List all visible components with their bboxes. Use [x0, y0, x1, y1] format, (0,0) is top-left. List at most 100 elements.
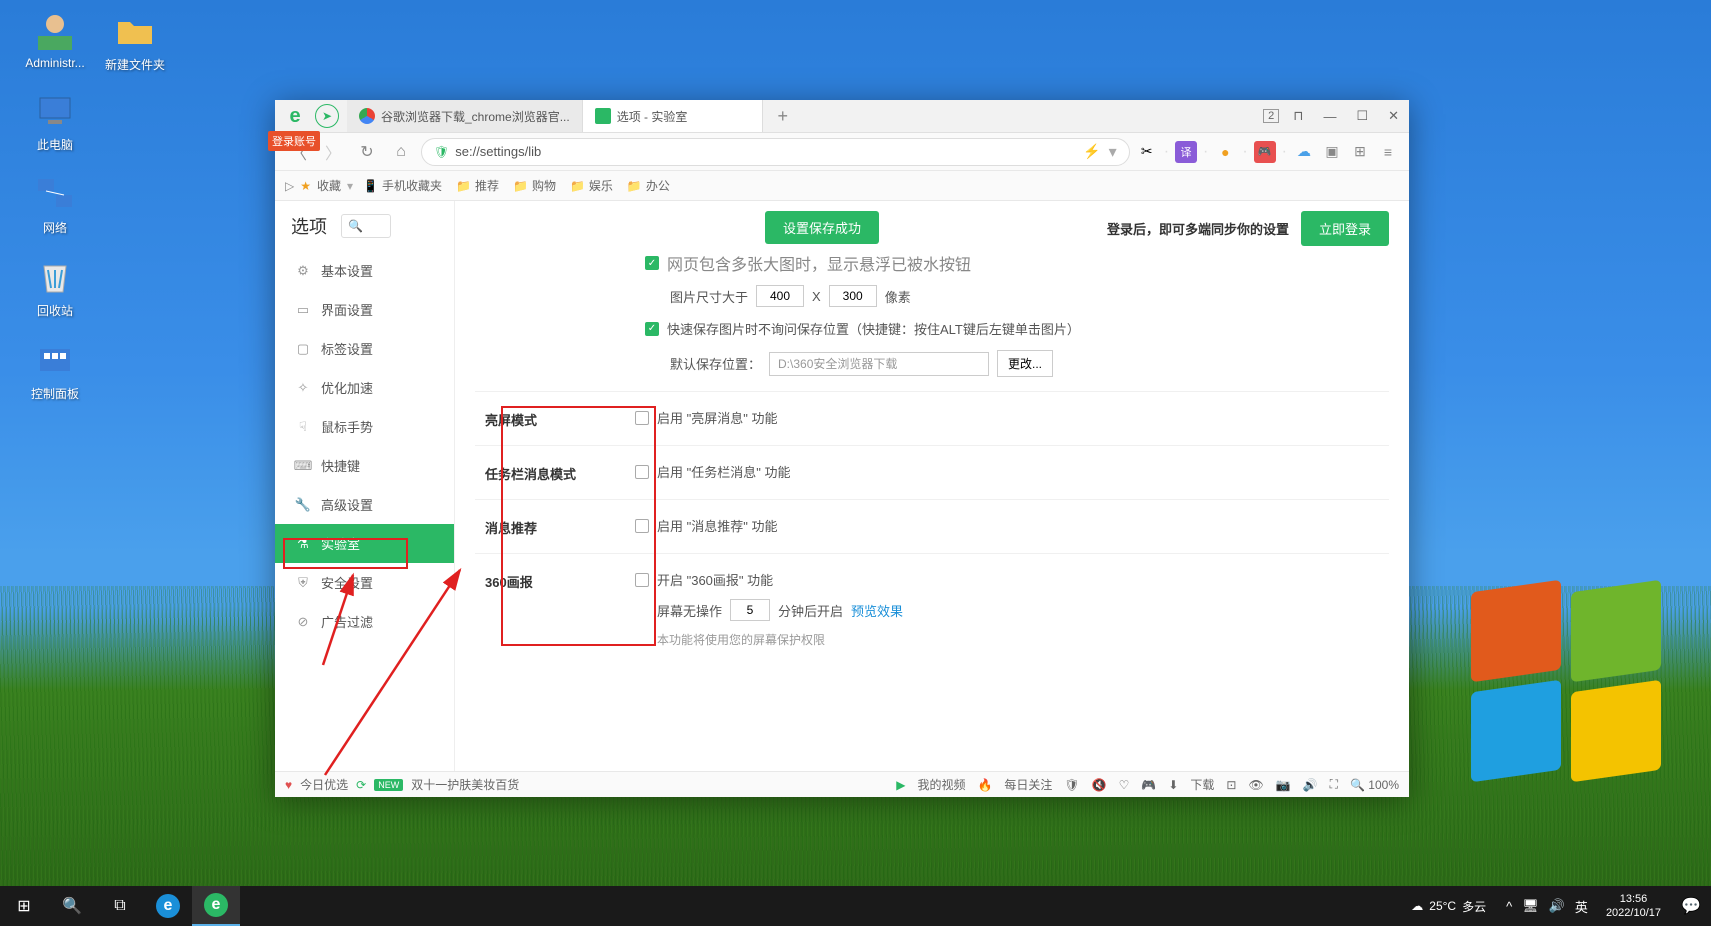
flame-icon[interactable]: 🔥 — [977, 778, 992, 792]
url-input-container[interactable]: 🛡 ⚡ ▾ — [421, 138, 1130, 166]
today-pick-label[interactable]: 今日优选 — [300, 776, 348, 793]
gear-icon: ⚙ — [295, 263, 311, 279]
checkbox-taskbar-msg[interactable] — [635, 465, 649, 479]
sidebar-item-label: 标签设置 — [321, 339, 373, 358]
desktop-icon-control[interactable]: 控制面板 — [10, 339, 100, 402]
close-button[interactable]: ✕ — [1378, 108, 1409, 124]
save-path-input[interactable] — [769, 352, 989, 376]
path-label: 默认保存位置： — [670, 354, 761, 373]
daily-label[interactable]: 每日关注 — [1004, 776, 1052, 793]
coin-icon[interactable]: ● — [1214, 141, 1236, 163]
tray-ime[interactable]: 英 — [1575, 897, 1588, 916]
sidebar-item-adblock[interactable]: ⊘广告过滤 — [275, 602, 454, 641]
gamepad-status-icon[interactable]: 🎮 — [1141, 778, 1156, 792]
preview-link[interactable]: 预览效果 — [851, 601, 903, 620]
menu-icon[interactable]: ≡ — [1377, 141, 1399, 163]
url-input[interactable] — [455, 144, 1083, 159]
idle-minutes-input[interactable] — [730, 599, 770, 621]
maximize-button[interactable]: ☐ — [1346, 108, 1378, 124]
sidebar-search[interactable]: 🔍 — [341, 214, 391, 238]
refresh-icon[interactable]: ⟳ — [356, 778, 366, 792]
star-icon[interactable]: ★ — [300, 179, 311, 193]
window-menu-icon[interactable]: ⊓ — [1283, 108, 1313, 124]
dropdown-icon[interactable]: ▾ — [1109, 142, 1117, 162]
desktop-icon-network[interactable]: 网络 — [10, 173, 100, 236]
desktop-icon-folder[interactable]: 新建文件夹 — [90, 10, 180, 73]
search-button[interactable]: 🔍 — [48, 886, 96, 926]
sidebar-item-optimize[interactable]: ✧优化加速 — [275, 368, 454, 407]
sidebar-item-ui[interactable]: ▭界面设置 — [275, 290, 454, 329]
start-button[interactable]: ⊞ — [0, 886, 48, 926]
bookmark-mobile[interactable]: 📱手机收藏夹 — [359, 177, 446, 194]
pip-icon[interactable]: ⊡ — [1226, 778, 1236, 792]
sidebar-item-shortcut[interactable]: ⌨快捷键 — [275, 446, 454, 485]
account-login-badge[interactable]: 登录账号 — [268, 131, 320, 151]
notification-button[interactable]: 💬 — [1671, 896, 1711, 916]
change-path-button[interactable]: 更改... — [997, 350, 1053, 377]
checkbox-push[interactable] — [635, 519, 649, 533]
checkbox-quicksave[interactable]: ✓ — [645, 322, 659, 336]
tab-chrome-download[interactable]: 谷歌浏览器下载_chrome浏览器官... — [347, 100, 583, 132]
zoom-label[interactable]: 🔍 100% — [1350, 778, 1399, 792]
taskbar-360browser[interactable]: e — [192, 886, 240, 926]
capture-icon[interactable]: 📷 — [1276, 778, 1291, 792]
sidebar-item-tabs[interactable]: ▢标签设置 — [275, 329, 454, 368]
forward-button[interactable]: 〉 — [319, 138, 347, 166]
idle-label: 屏幕无操作 — [657, 601, 722, 620]
promo-text[interactable]: 双十一护肤美妆百货 — [411, 776, 519, 793]
bookmark-shopping[interactable]: 📁购物 — [509, 177, 560, 194]
sidebar-item-advanced[interactable]: 🔧高级设置 — [275, 485, 454, 524]
bookmark-recommend[interactable]: 📁推荐 — [452, 177, 503, 194]
bookmark-menu-icon[interactable]: ▷ — [285, 179, 294, 193]
shield-status-icon[interactable]: 🛡 — [1064, 778, 1079, 792]
cloud-icon[interactable]: ☁ — [1293, 141, 1315, 163]
sidebar-item-basic[interactable]: ⚙基本设置 — [275, 251, 454, 290]
volume-icon[interactable]: 🔊 — [1303, 778, 1318, 792]
favorite-status-icon[interactable]: ♡ — [1119, 778, 1130, 792]
taskbar-clock[interactable]: 13:56 2022/10/17 — [1596, 892, 1671, 921]
tray-expand-icon[interactable]: ^ — [1506, 899, 1512, 914]
taskbar-weather[interactable]: ☁ 25°C 多云 — [1399, 898, 1498, 915]
image-height-input[interactable] — [829, 285, 877, 307]
task-view-button[interactable]: ⧉ — [96, 886, 144, 926]
tab-count-badge[interactable]: 2 — [1263, 109, 1279, 123]
fullscreen-icon[interactable]: ⛶ — [1330, 777, 1338, 792]
heart-icon[interactable]: ♥ — [285, 778, 292, 792]
tab-settings-lab[interactable]: 选项 - 实验室 — [583, 100, 763, 132]
tray-volume-icon[interactable]: 🔊 — [1549, 898, 1565, 914]
desktop-icon-trash[interactable]: 回收站 — [10, 256, 100, 319]
translate-icon[interactable]: 译 — [1175, 141, 1197, 163]
image-width-input[interactable] — [756, 285, 804, 307]
apps-icon[interactable]: ⊞ — [1349, 141, 1371, 163]
download-label[interactable]: 下载 — [1190, 776, 1214, 793]
sidebar-item-lab[interactable]: ⚗实验室 — [275, 524, 454, 563]
eye-icon[interactable]: 👁 — [1248, 778, 1263, 792]
mute-icon[interactable]: 🔇 — [1092, 778, 1107, 792]
scissors-icon[interactable]: ✂ — [1136, 141, 1158, 163]
bolt-icon[interactable]: ⚡ — [1083, 143, 1100, 160]
checkbox-bright[interactable] — [635, 411, 649, 425]
settings-sidebar: 选项 🔍 ⚙基本设置 ▭界面设置 ▢标签设置 ✧优化加速 ☟鼠标手势 ⌨快捷键 … — [275, 201, 455, 771]
new-tab-button[interactable]: + — [763, 100, 803, 132]
login-button[interactable]: 立即登录 — [1301, 211, 1389, 246]
checkbox-multiimage[interactable]: ✓ — [645, 256, 659, 270]
reload-button[interactable]: ↻ — [353, 138, 381, 166]
extension-icon[interactable]: ▣ — [1321, 141, 1343, 163]
checkbox-pictorial[interactable] — [635, 573, 649, 587]
desktop-icon-pc[interactable]: 此电脑 — [10, 90, 100, 153]
bookmarks-label[interactable]: 收藏 — [317, 177, 341, 194]
sidebar-item-gesture[interactable]: ☟鼠标手势 — [275, 407, 454, 446]
bookmark-entertainment[interactable]: 📁娱乐 — [566, 177, 617, 194]
bookmark-office[interactable]: 📁办公 — [623, 177, 674, 194]
tray-monitor-icon[interactable]: 🖥 — [1522, 898, 1539, 914]
play-icon[interactable]: ▶ — [896, 778, 905, 792]
sidebar-item-security[interactable]: ⛨安全设置 — [275, 563, 454, 602]
desktop-icon-admin[interactable]: Administr... — [10, 10, 100, 70]
download-icon[interactable]: ⬇ — [1168, 778, 1178, 792]
minimize-button[interactable]: — — [1313, 109, 1346, 124]
send-icon[interactable]: ➤ — [315, 104, 339, 128]
my-video-label[interactable]: 我的视频 — [917, 776, 965, 793]
game-icon[interactable]: 🎮 — [1254, 141, 1276, 163]
taskbar-edge[interactable]: e — [144, 886, 192, 926]
home-button[interactable]: ⌂ — [387, 138, 415, 166]
